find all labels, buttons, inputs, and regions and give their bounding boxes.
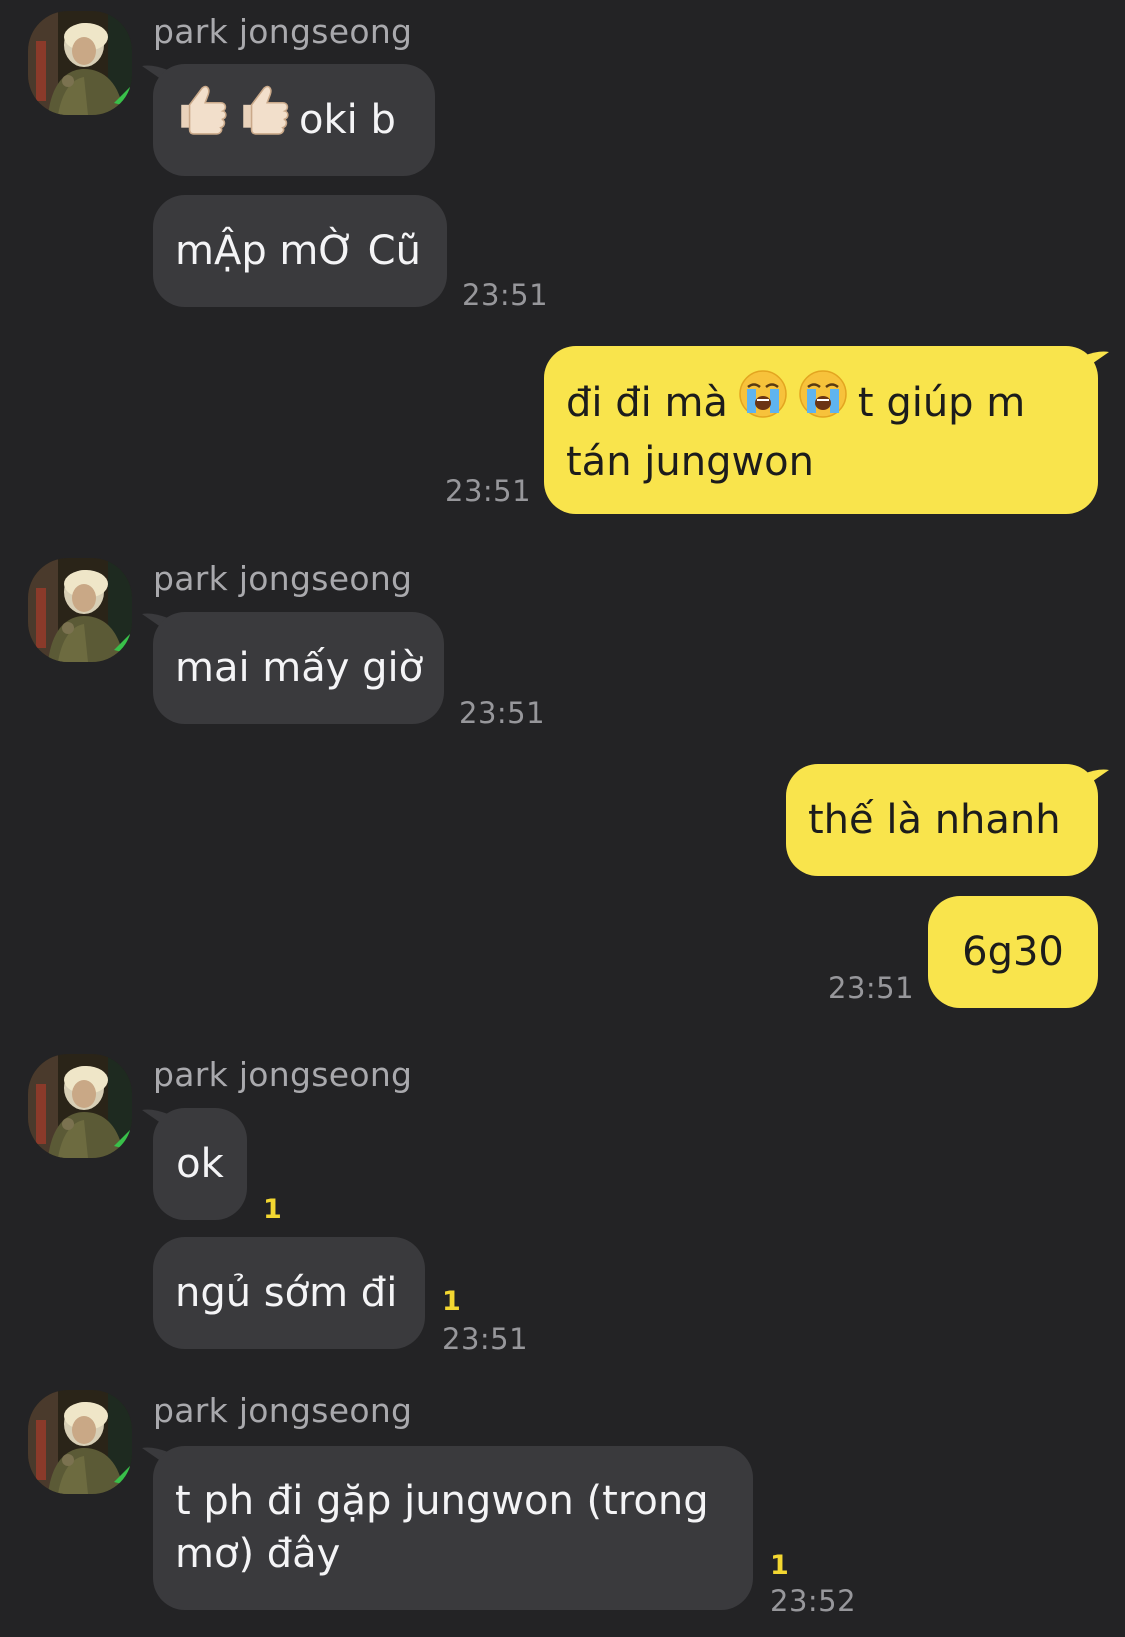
sender-name: park jongseong (153, 559, 413, 598)
unread-count: 1 (770, 1550, 789, 1581)
contact-avatar[interactable] (28, 558, 132, 662)
message-timestamp: 23:51 (828, 971, 915, 1005)
bubble-tail (1083, 769, 1109, 788)
contact-avatar[interactable] (28, 11, 132, 115)
sender-name: park jongseong (153, 1055, 413, 1094)
message-timestamp: 23:51 (462, 278, 549, 312)
bubble-tail (1083, 351, 1109, 370)
message-timestamp: 23:51 (445, 474, 532, 508)
contact-avatar[interactable] (28, 1054, 132, 1158)
unread-count: 1 (442, 1286, 461, 1317)
message-bubble[interactable]: oki b (153, 64, 435, 176)
message-text: mai mấy giờ (175, 644, 424, 691)
message-bubble[interactable]: mai mấy giờ (153, 612, 444, 724)
message-text: mẬp mỜ Cũ (175, 227, 421, 274)
contact-avatar[interactable] (28, 1390, 132, 1494)
message-text: ok (176, 1140, 224, 1187)
crying-face-icon (738, 369, 788, 433)
message-text: t ph đi gặp jungwon (trong (175, 1478, 709, 1524)
message-text: t giúp m (857, 380, 1026, 426)
message-bubble-outgoing[interactable]: 6g30 (928, 896, 1098, 1008)
message-text: thế là nhanh (808, 796, 1061, 843)
sender-name: park jongseong (153, 12, 413, 51)
thumbs-up-icon (237, 84, 289, 150)
message-bubble[interactable]: ngủ sớm đi (153, 1237, 425, 1349)
message-text: mơ) đây (175, 1531, 341, 1577)
message-text: 6g30 (962, 928, 1064, 975)
message-text: tán jungwon (566, 438, 815, 485)
message-bubble[interactable]: ok (153, 1108, 247, 1220)
unread-count: 1 (263, 1194, 282, 1225)
message-bubble-outgoing[interactable]: đi đi mà t giúp m tán jungwon (544, 346, 1098, 514)
message-timestamp: 23:51 (459, 696, 546, 730)
thumbs-up-icon (175, 84, 227, 150)
message-bubble-outgoing[interactable]: thế là nhanh (786, 764, 1098, 876)
message-text: đi đi mà (566, 380, 728, 426)
sender-name: park jongseong (153, 1391, 413, 1430)
message-timestamp: 23:51 (442, 1322, 529, 1356)
message-text: ngủ sớm đi (175, 1269, 398, 1316)
crying-face-icon (798, 369, 848, 433)
message-bubble[interactable]: mẬp mỜ Cũ (153, 195, 447, 307)
message-text: oki b (299, 96, 396, 143)
message-bubble[interactable]: t ph đi gặp jungwon (trong mơ) đây (153, 1446, 753, 1610)
message-timestamp: 23:52 (770, 1584, 857, 1618)
